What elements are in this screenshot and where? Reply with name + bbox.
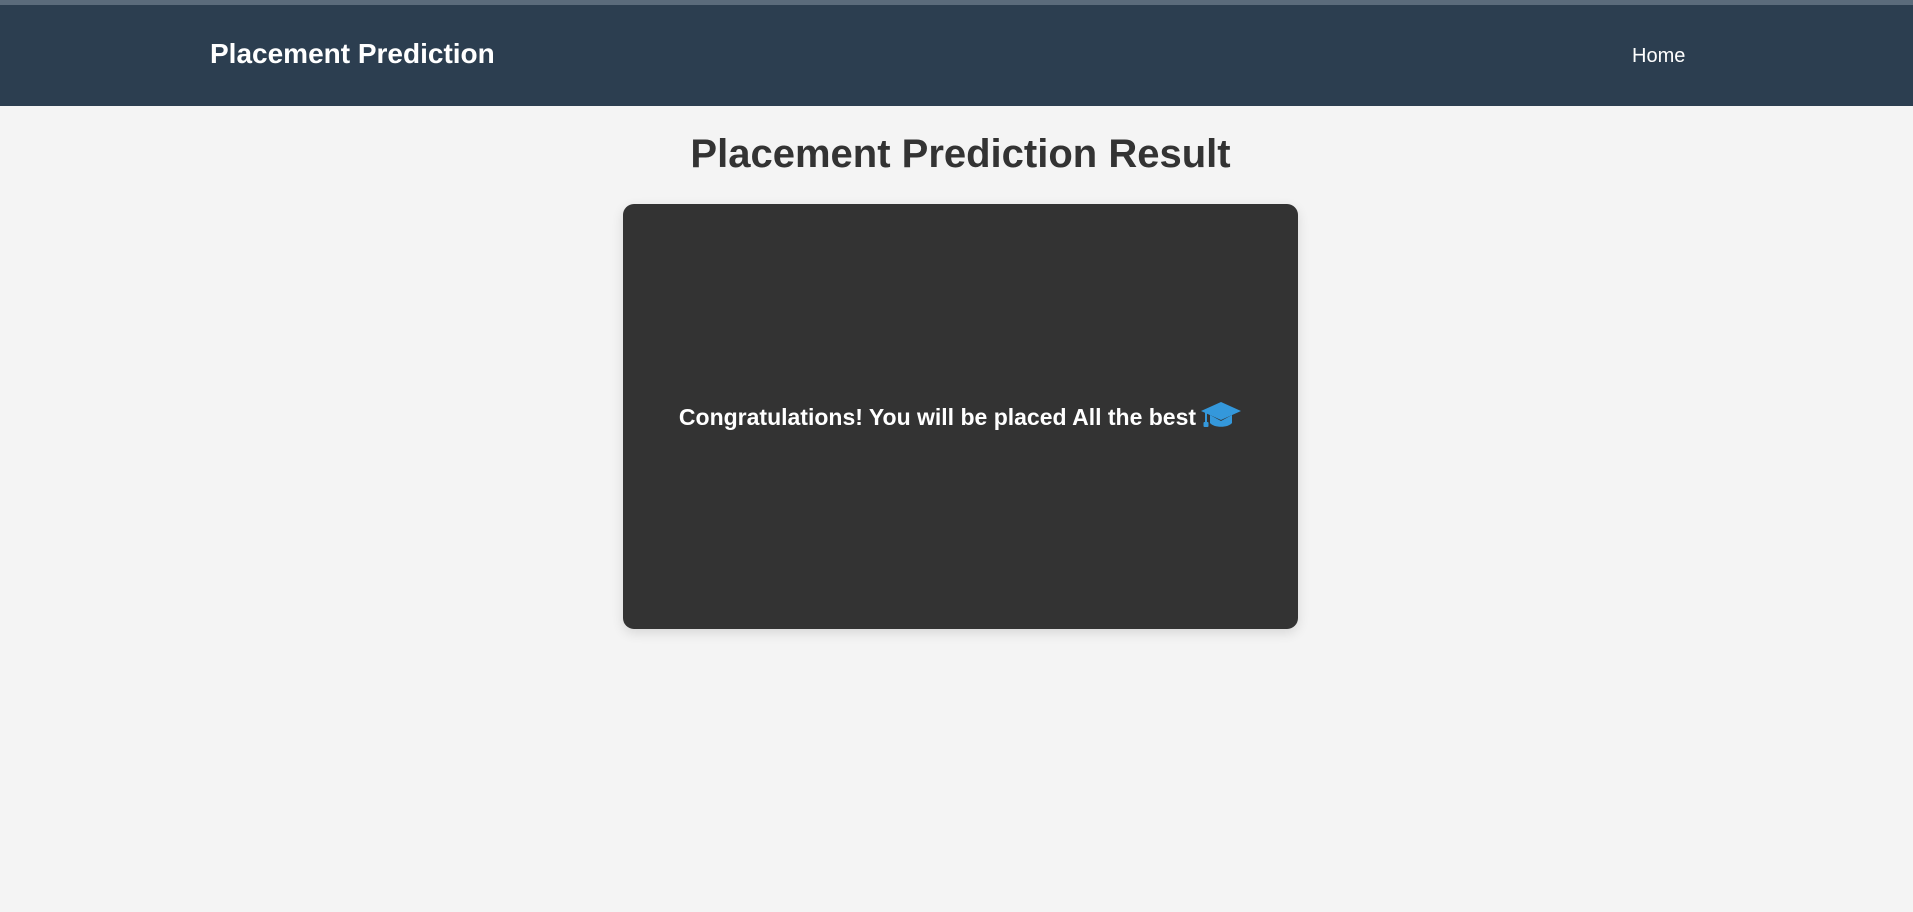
graduation-cap-icon: [1201, 401, 1242, 427]
nav-link-home[interactable]: Home: [1632, 44, 1685, 68]
result-message-row: Congratulations! You will be placed All …: [678, 401, 1242, 431]
result-message: Congratulations! You will be placed All …: [678, 403, 1197, 430]
page-title: Placement Prediction Result: [690, 132, 1231, 176]
brand-logo-text[interactable]: Placement Prediction: [210, 37, 495, 71]
navbar: Placement Prediction Home: [0, 5, 1913, 106]
result-card: Congratulations! You will be placed All …: [623, 204, 1298, 629]
